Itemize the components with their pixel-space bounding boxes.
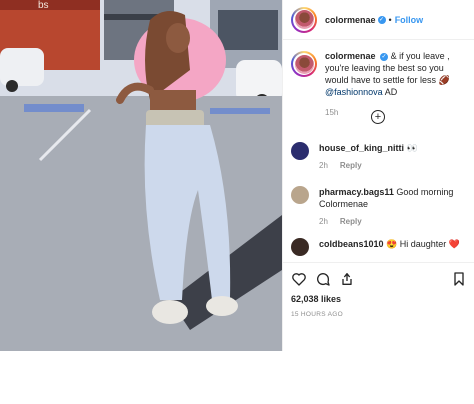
parking-line-blue xyxy=(24,104,84,112)
caption-suffix: AD xyxy=(384,87,398,97)
car-left-wheel xyxy=(6,80,18,92)
caption-mention-link[interactable]: @fashionnova xyxy=(325,87,383,97)
parking-line-blue-right xyxy=(210,108,270,114)
comment-avatar[interactable] xyxy=(291,186,309,204)
caption-username[interactable]: colormenae xyxy=(325,51,376,61)
comment-item: house_of_king_nitti 👀 2h Reply xyxy=(291,142,471,172)
verified-badge-icon: ✓ xyxy=(377,15,386,24)
comment-item: coldbeans1010 😍 Hi daughter ❤️ xyxy=(291,238,471,256)
load-more-comments-button[interactable]: + xyxy=(371,110,385,124)
likes-count[interactable]: 62,038 likes xyxy=(291,294,467,304)
face xyxy=(166,23,190,53)
avatar-image xyxy=(294,54,314,74)
reply-button[interactable]: Reply xyxy=(340,217,362,226)
comment-time: 2h xyxy=(319,217,328,226)
comment-text: 👀 xyxy=(406,143,418,153)
comment-time: 2h xyxy=(319,161,328,170)
caption-body: colormenae ✓ & if you leave , you're lea… xyxy=(325,50,465,119)
bookmark-icon[interactable] xyxy=(451,271,467,287)
caption-time: 15h xyxy=(325,108,339,117)
share-icon[interactable] xyxy=(339,271,355,287)
post-side-panel: colormenae ✓ • Follow colormenae ✓ & if … xyxy=(282,0,474,351)
post-timestamp: 15 HOURS AGO xyxy=(291,311,344,318)
header-username[interactable]: colormenae xyxy=(325,15,376,25)
avatar-image xyxy=(294,10,314,29)
header-avatar[interactable] xyxy=(291,6,317,33)
caption-avatar[interactable] xyxy=(291,51,317,77)
comment-icon[interactable] xyxy=(315,271,331,287)
follow-button[interactable]: Follow xyxy=(395,15,424,25)
comment-username[interactable]: coldbeans1010 xyxy=(319,239,384,249)
pavement xyxy=(0,96,282,351)
heart-icon[interactable] xyxy=(291,271,307,287)
storefront-awning xyxy=(0,0,100,10)
comment-username[interactable]: house_of_king_nitti xyxy=(319,143,404,153)
right-windows xyxy=(218,10,278,50)
separator-dot: • xyxy=(388,14,392,25)
verified-badge-icon: ✓ xyxy=(380,52,389,61)
reply-button[interactable]: Reply xyxy=(340,161,362,170)
comment-avatar[interactable] xyxy=(291,238,309,256)
post-header: colormenae ✓ • Follow xyxy=(283,0,474,40)
post-photo[interactable]: bs xyxy=(0,0,282,351)
post-image: bs xyxy=(0,0,282,351)
store-sign: bs xyxy=(38,0,49,11)
sneaker-right xyxy=(206,296,238,316)
caption-emoji: 🏈 xyxy=(438,75,450,85)
car-left xyxy=(0,48,44,86)
caption: colormenae ✓ & if you leave , you're lea… xyxy=(283,40,474,119)
action-bar: 62,038 likes 15 HOURS AGO xyxy=(283,262,474,318)
sneaker-left xyxy=(152,300,188,324)
comment-username[interactable]: pharmacy.bags11 xyxy=(319,187,394,197)
comment-avatar[interactable] xyxy=(291,142,309,160)
comment-text: 😍 Hi daughter ❤️ xyxy=(386,239,461,249)
comment-item: pharmacy.bags11 Good morning Colormenae … xyxy=(291,186,471,228)
